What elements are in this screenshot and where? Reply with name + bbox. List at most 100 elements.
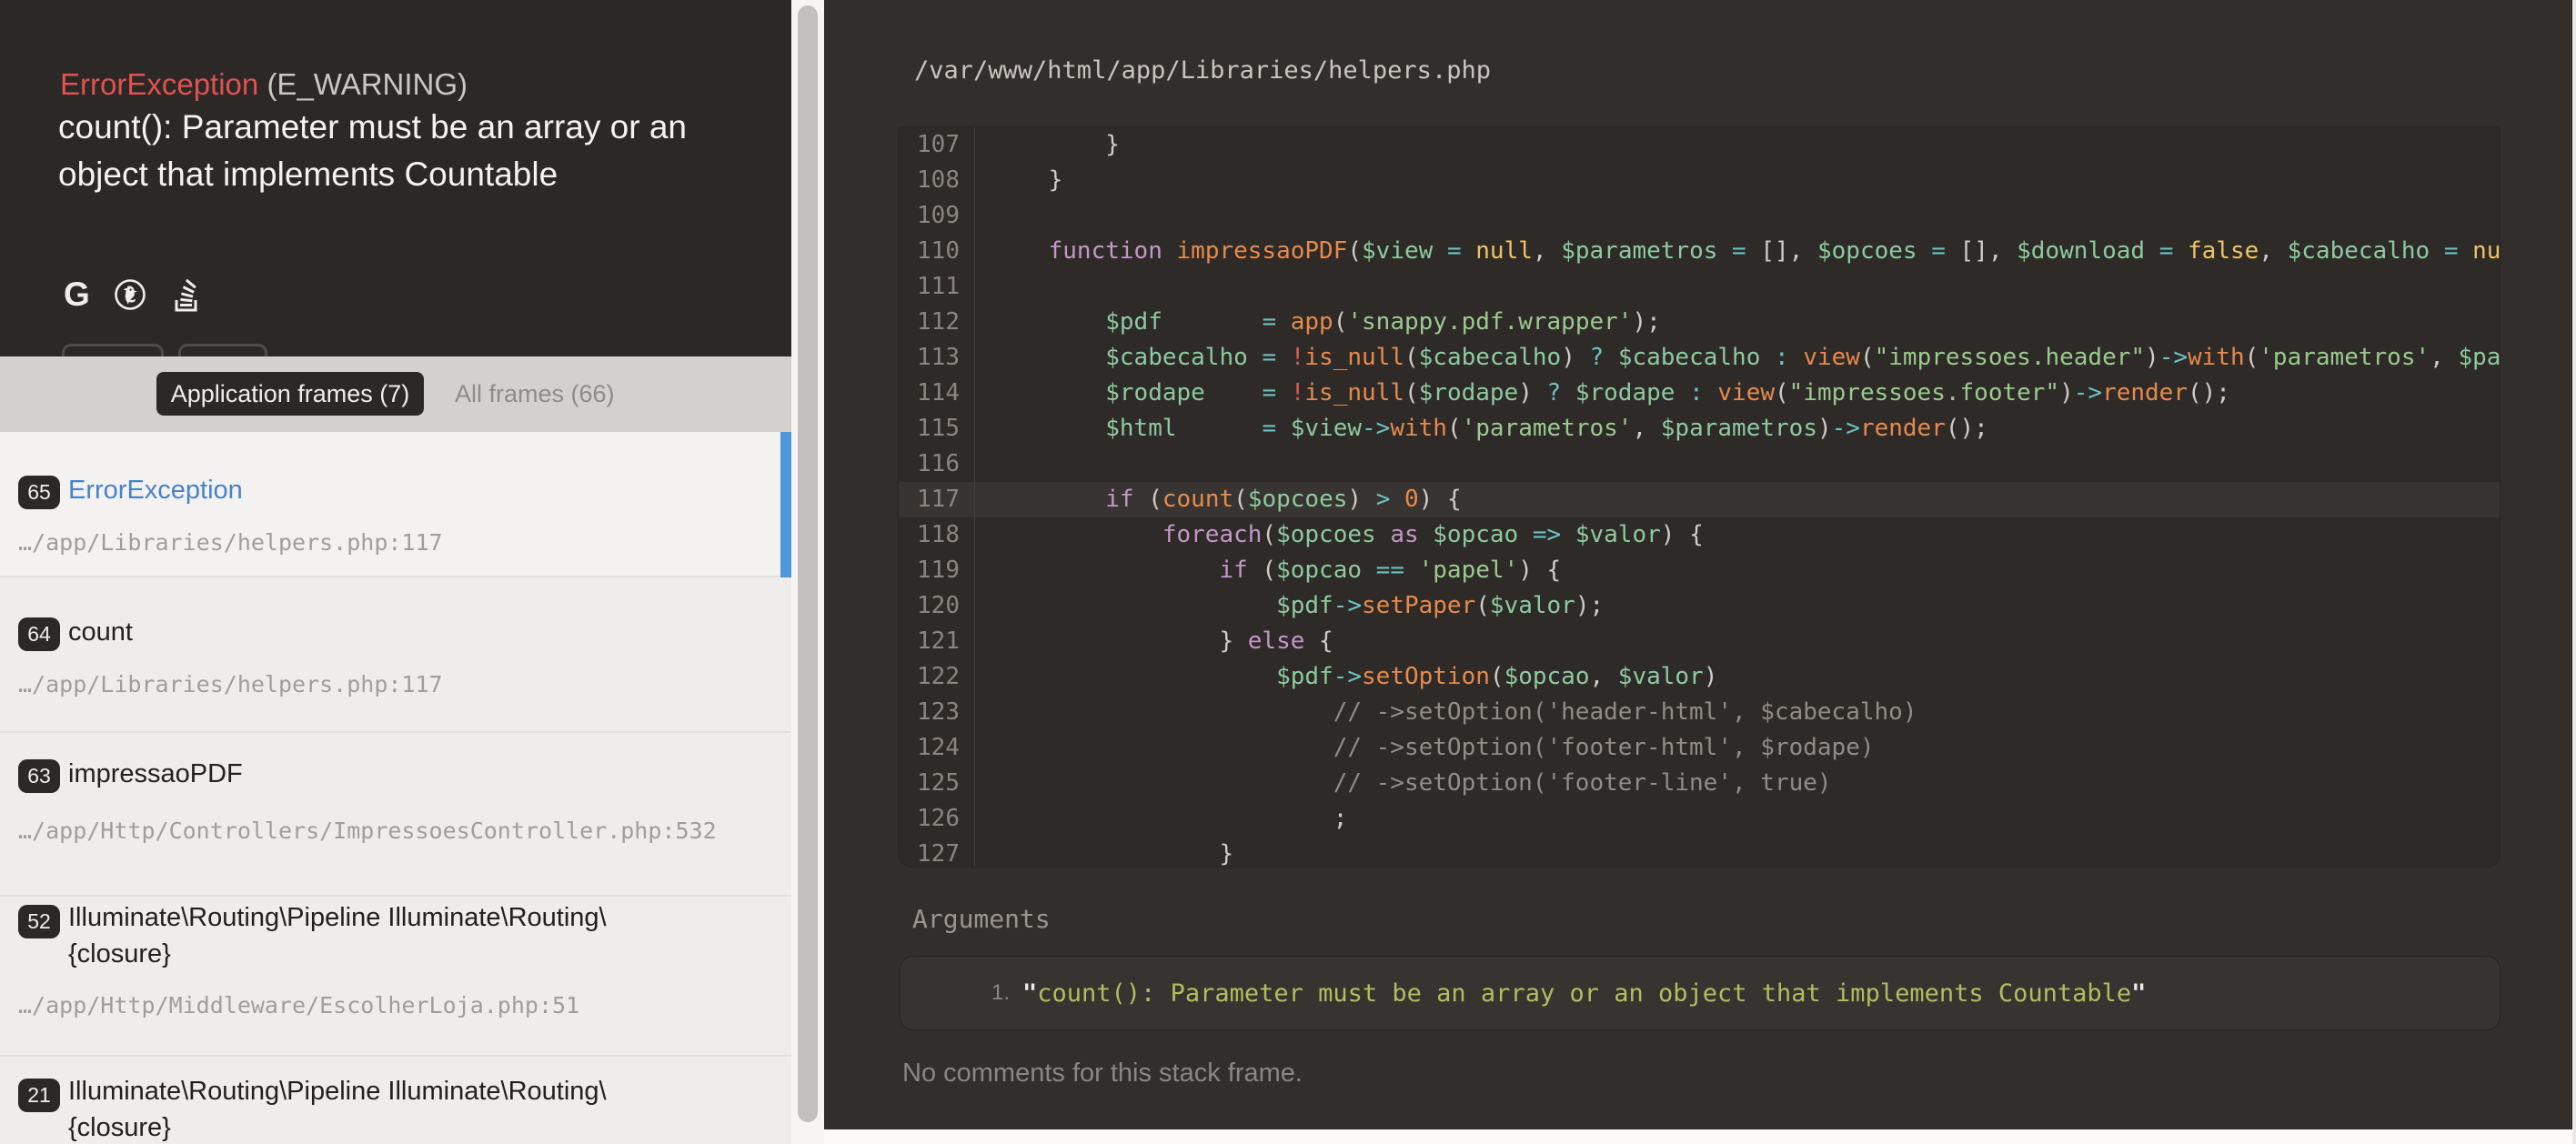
code-line-112: 112 $pdf = app('snappy.pdf.wrapper');: [899, 305, 2500, 340]
stack-frame-52[interactable]: 52 Illuminate\Routing\Pipeline Illuminat…: [0, 897, 791, 1057]
line-number: 122: [899, 659, 975, 695]
code-line-121: 121 } else {: [899, 624, 2500, 659]
code-line-111: 111: [899, 269, 2500, 305]
stack-frame-63[interactable]: 63 impressaoPDF …/app/Http/Controllers/I…: [0, 733, 791, 897]
frame-details-panel: /var/www/html/app/Libraries/helpers.php …: [824, 0, 2576, 1144]
code-line-114: 114 $rodape = !is_null($rodape) ? $rodap…: [899, 376, 2500, 411]
stack-frame-65[interactable]: 65 ErrorException …/app/Libraries/helper…: [0, 432, 791, 577]
active-frame-indicator: [780, 432, 791, 577]
code-source: }: [975, 163, 1062, 198]
code-source: $pdf->setOption($opcao, $valor): [975, 659, 1717, 695]
line-number: 121: [899, 624, 975, 659]
line-number: 127: [899, 837, 975, 867]
frame-number-badge: 52: [18, 905, 60, 938]
line-number: 123: [899, 695, 975, 730]
exception-title: ErrorException (E_WARNING): [60, 67, 468, 102]
code-line-110: 110 function impressaoPDF($view = null, …: [899, 234, 2500, 269]
line-number: 112: [899, 305, 975, 340]
frame-title: ErrorException: [68, 472, 778, 508]
google-search-icon[interactable]: G: [64, 278, 90, 311]
code-line-123: 123 // ->setOption('header-html', $cabec…: [899, 695, 2500, 730]
hidden-button-1[interactable]: [62, 344, 164, 356]
code-source: if ($opcao == 'papel') {: [975, 553, 1561, 588]
code-source: // ->setOption('header-html', $cabecalho…: [975, 695, 1917, 730]
stack-frames-list: 65 ErrorException …/app/Libraries/helper…: [0, 432, 791, 1144]
code-line-120: 120 $pdf->setPaper($valor);: [899, 588, 2500, 624]
line-number: 124: [899, 730, 975, 766]
whoops-error-page: ErrorException (E_WARNING) count(): Para…: [0, 0, 2576, 1144]
frame-number-badge: 64: [18, 617, 60, 651]
code-source: $cabecalho = !is_null($cabecalho) ? $cab…: [975, 340, 2500, 376]
code-source: [975, 269, 991, 305]
tab-all-frames[interactable]: All frames (66): [455, 356, 615, 432]
line-number: 113: [899, 340, 975, 376]
line-number: 126: [899, 801, 975, 837]
stack-frame-21[interactable]: 21 Illuminate\Routing\Pipeline Illuminat…: [0, 1057, 791, 1144]
code-source: }: [975, 127, 1120, 163]
code-line-127: 127 }: [899, 837, 2500, 867]
frame-title: Illuminate\Routing\Pipeline Illuminate\R…: [68, 1073, 778, 1144]
code-source: } else {: [975, 624, 1333, 659]
code-line-119: 119 if ($opcao == 'papel') {: [899, 553, 2500, 588]
left-panel: ErrorException (E_WARNING) count(): Para…: [0, 0, 791, 1144]
frame-title: count: [68, 614, 778, 650]
code-source: if (count($opcoes) > 0) {: [975, 482, 1462, 517]
scrollbar-thumb[interactable]: [798, 5, 818, 1122]
frame-file-path: …/app/Libraries/helpers.php:117: [18, 529, 443, 556]
frame-file-path: …/app/Libraries/helpers.php:117: [18, 671, 443, 697]
frames-tab-bar: Application frames (7) All frames (66): [0, 356, 791, 432]
code-source: $pdf = app('snappy.pdf.wrapper');: [975, 305, 1661, 340]
code-source: // ->setOption('footer-html', $rodape): [975, 730, 1875, 766]
search-links-row: G: [64, 276, 203, 313]
code-line-109: 109: [899, 198, 2500, 234]
code-source: foreach($opcoes as $opcao => $valor) {: [975, 517, 1704, 553]
no-comments-message: No comments for this stack frame.: [902, 1059, 1303, 1089]
stack-frame-64[interactable]: 64 count …/app/Libraries/helpers.php:117: [0, 577, 791, 733]
frame-number-badge: 65: [18, 476, 60, 509]
line-number: 118: [899, 517, 975, 553]
arguments-box: 1. "count(): Parameter must be an array …: [901, 957, 2500, 1029]
code-line-122: 122 $pdf->setOption($opcao, $valor): [899, 659, 2500, 695]
code-source: $pdf->setPaper($valor);: [975, 588, 1604, 624]
duckduckgo-search-icon[interactable]: [114, 278, 146, 311]
exception-header: ErrorException (E_WARNING) count(): Para…: [0, 0, 791, 356]
window-right-edge: [2572, 0, 2576, 1144]
page-scrollbar[interactable]: [791, 0, 824, 1144]
line-number: 114: [899, 376, 975, 411]
line-number: 110: [899, 234, 975, 269]
code-source: [975, 198, 991, 234]
code-line-124: 124 // ->setOption('footer-html', $rodap…: [899, 730, 2500, 766]
line-number: 119: [899, 553, 975, 588]
code-line-125: 125 // ->setOption('footer-line', true): [899, 766, 2500, 801]
line-number: 120: [899, 588, 975, 624]
hidden-button-2[interactable]: [178, 344, 267, 356]
line-number: 109: [899, 198, 975, 234]
line-number: 125: [899, 766, 975, 801]
line-number: 117: [899, 482, 975, 517]
frame-file-path: …/app/Http/Middleware/EscolherLoja.php:5…: [18, 992, 579, 1019]
line-number: 116: [899, 447, 975, 482]
code-source: $html = $view->with('parametros', $param…: [975, 411, 1988, 447]
page-bottom-strip: [824, 1129, 2576, 1144]
line-number: 111: [899, 269, 975, 305]
argument-value: "count(): Parameter must be an array or …: [1022, 979, 2146, 1008]
header-buttons-row: [62, 344, 267, 356]
stackoverflow-search-icon[interactable]: [170, 276, 203, 313]
code-line-117: 117 if (count($opcoes) > 0) {: [899, 482, 2500, 517]
code-line-108: 108 }: [899, 163, 2500, 198]
code-view[interactable]: 107 }108 }109110 function impressaoPDF($…: [899, 127, 2500, 867]
code-line-115: 115 $html = $view->with('parametros', $p…: [899, 411, 2500, 447]
argument-index: 1.: [901, 980, 1010, 1006]
frame-title: impressaoPDF: [68, 756, 778, 792]
open-file-path: /var/www/html/app/Libraries/helpers.php: [914, 56, 1491, 85]
frame-title: Illuminate\Routing\Pipeline Illuminate\R…: [68, 899, 778, 972]
arguments-heading: Arguments: [912, 904, 1051, 934]
line-number: 115: [899, 411, 975, 447]
code-line-113: 113 $cabecalho = !is_null($cabecalho) ? …: [899, 340, 2500, 376]
code-line-116: 116: [899, 447, 2500, 482]
frame-file-path: …/app/Http/Controllers/ImpressoesControl…: [18, 818, 717, 844]
tab-application-frames[interactable]: Application frames (7): [156, 372, 424, 416]
code-line-118: 118 foreach($opcoes as $opcao => $valor)…: [899, 517, 2500, 553]
line-number: 108: [899, 163, 975, 198]
code-source: $rodape = !is_null($rodape) ? $rodape : …: [975, 376, 2230, 411]
